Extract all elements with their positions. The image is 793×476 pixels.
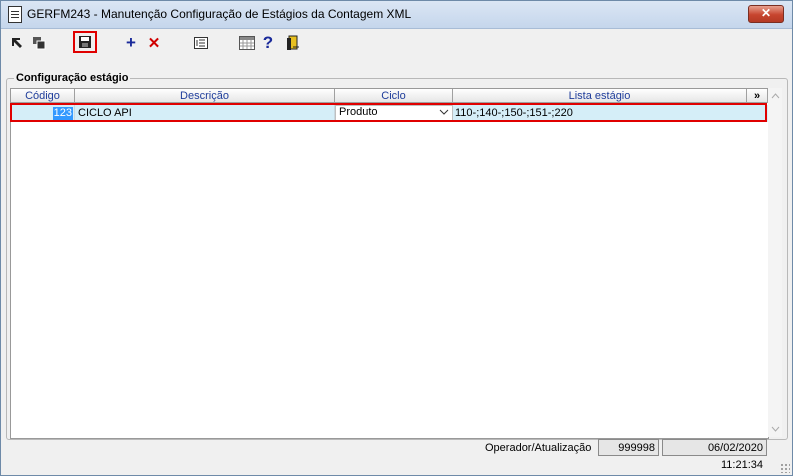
column-header-lista-estagio[interactable]: Lista estágio — [453, 89, 747, 103]
document-icon — [8, 6, 22, 23]
calendar-icon[interactable] — [237, 33, 257, 53]
groupbox-title: Configuração estágio — [14, 72, 131, 84]
title-bar[interactable]: GERFM243 - Manutenção Configuração de Es… — [1, 1, 792, 29]
delete-button[interactable]: ✕ — [144, 33, 164, 53]
ciclo-selected-value: Produto — [339, 106, 378, 118]
resize-grip-icon[interactable] — [780, 463, 790, 473]
add-button[interactable]: + — [121, 33, 141, 53]
ciclo-select[interactable]: Produto — [335, 105, 453, 122]
exit-icon[interactable] — [283, 33, 303, 53]
list-icon[interactable] — [191, 33, 211, 53]
update-timestamp-field: 06/02/2020 11:21:34 — [662, 439, 767, 471]
scroll-down-icon[interactable] — [768, 424, 782, 434]
vertical-scrollbar[interactable] — [768, 88, 782, 437]
save-button[interactable] — [73, 31, 97, 53]
chevron-down-icon[interactable] — [439, 105, 449, 122]
copy-icon[interactable] — [29, 33, 49, 53]
close-button[interactable]: ✕ — [748, 5, 784, 23]
scroll-up-icon[interactable] — [768, 91, 782, 101]
column-header-descricao[interactable]: Descrição — [75, 89, 335, 103]
cell-descricao[interactable]: CICLO API — [75, 105, 335, 122]
help-button[interactable]: ? — [258, 33, 278, 53]
first-record-icon[interactable] — [7, 33, 27, 53]
expand-columns-button[interactable]: » — [747, 89, 768, 103]
save-icon — [79, 36, 91, 48]
cell-codigo[interactable]: 123 — [11, 105, 75, 122]
window-title: GERFM243 - Manutenção Configuração de Es… — [27, 7, 412, 21]
stage-config-grid: Código Descrição Ciclo Lista estágio » 1… — [10, 88, 769, 439]
main-window: GERFM243 - Manutenção Configuração de Es… — [0, 0, 793, 476]
operator-update-label: Operador/Atualização — [485, 442, 592, 454]
operator-field: 999998 — [598, 439, 659, 456]
table-row[interactable]: 123 CICLO API Produto 110-;140-;150-;151… — [11, 105, 768, 122]
column-header-codigo[interactable]: Código — [11, 89, 75, 103]
column-header-ciclo[interactable]: Ciclo — [335, 89, 453, 103]
codigo-value: 123 — [52, 107, 73, 120]
toolbar: + ✕ ? — [1, 29, 792, 57]
cell-lista-estagio[interactable]: 110-;140-;150-;151-;220 — [453, 105, 768, 122]
